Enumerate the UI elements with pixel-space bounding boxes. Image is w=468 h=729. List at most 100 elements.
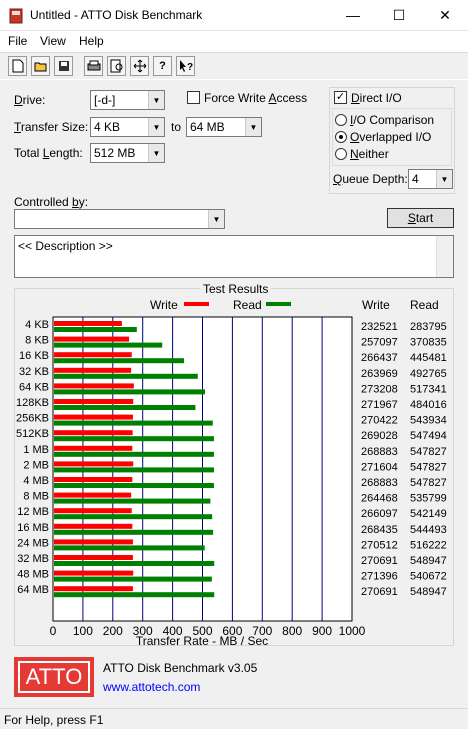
read-value: 535799 [410, 493, 447, 505]
legend-write-swatch [184, 302, 209, 306]
read-value: 544493 [410, 524, 447, 536]
write-bar [54, 508, 132, 514]
read-bar [54, 389, 205, 395]
write-value: 270512 [361, 539, 398, 551]
write-value: 273208 [361, 383, 398, 395]
read-value: 548947 [410, 555, 447, 567]
read-value: 548947 [410, 586, 447, 598]
legend-read-label: Read [233, 298, 262, 312]
write-value: 271604 [361, 461, 398, 473]
website-link[interactable]: www.attotech.com [103, 680, 200, 694]
write-value: 269028 [361, 430, 398, 442]
read-value: 547827 [410, 446, 447, 458]
write-value: 264468 [361, 493, 398, 505]
read-bar [54, 373, 198, 379]
value-labels: 232521 283795 257097 370835 266437 445481 2639… [361, 321, 447, 598]
write-bar [54, 430, 133, 436]
read-bar [54, 529, 214, 535]
write-bar [54, 461, 134, 467]
read-bar [54, 342, 163, 348]
x-tick-label: 1000 [339, 624, 366, 638]
write-bar [54, 570, 134, 576]
read-bar [54, 592, 215, 598]
read-bar [54, 545, 205, 551]
read-bar [54, 498, 211, 504]
read-bar [54, 561, 215, 566]
category-label: 64 MB [17, 584, 49, 596]
write-value: 270422 [361, 415, 398, 427]
x-axis-label: Transfer Rate - MB / Sec [136, 634, 268, 648]
read-value: 547827 [410, 477, 447, 489]
read-bar [54, 451, 214, 457]
category-label: 8 KB [25, 335, 49, 347]
read-bar [54, 576, 212, 582]
legend-read-swatch [266, 302, 291, 306]
atto-logo-text: ATTO [18, 661, 90, 693]
write-bar [54, 477, 133, 482]
x-tick-label: 0 [50, 624, 57, 638]
read-value: 283795 [410, 321, 447, 333]
category-label: 256KB [16, 413, 49, 425]
category-label: 64 KB [19, 381, 49, 393]
results-chart: 4 KB 8 KB 16 KB 32 KB 64 KB 128KB 256KB 512KB 1 … [16, 298, 447, 648]
read-value: 516222 [410, 539, 447, 551]
write-bar [54, 555, 133, 560]
read-bar [54, 358, 185, 364]
x-tick-label: 200 [103, 624, 123, 638]
write-value: 268883 [361, 477, 398, 489]
read-value: 543934 [410, 415, 447, 427]
write-value: 232521 [361, 321, 398, 333]
write-value: 268883 [361, 446, 398, 458]
write-bar [54, 383, 134, 389]
read-value: 484016 [410, 399, 447, 411]
read-bar [54, 436, 214, 442]
category-label: 4 KB [25, 319, 49, 331]
x-tick-label: 800 [282, 624, 302, 638]
write-value: 266097 [361, 508, 398, 520]
read-bar [54, 514, 213, 520]
write-bar [54, 399, 134, 404]
category-labels: 4 KB 8 KB 16 KB 32 KB 64 KB 128KB 256KB 512KB 1 … [16, 319, 49, 596]
write-bar [54, 523, 133, 529]
read-value: 542149 [410, 508, 447, 520]
read-bar [54, 327, 137, 332]
category-label: 1 MB [23, 444, 49, 456]
category-label: 16 KB [19, 350, 49, 362]
write-bar [54, 321, 122, 326]
write-bar [54, 539, 133, 545]
read-value: 547494 [410, 430, 447, 442]
category-label: 48 MB [17, 569, 49, 581]
write-value: 268435 [361, 524, 398, 536]
write-value: 263969 [361, 368, 398, 380]
read-bar [54, 405, 196, 410]
write-value: 257097 [361, 337, 398, 349]
read-value: 517341 [410, 383, 447, 395]
status-text: For Help, press F1 [4, 713, 104, 727]
legend-write-label: Write [150, 298, 178, 312]
write-value: 271396 [361, 571, 398, 583]
category-label: 8 MB [23, 491, 49, 503]
read-value: 492765 [410, 368, 447, 380]
write-bar [54, 352, 132, 358]
write-bar [54, 414, 133, 420]
write-bar [54, 586, 133, 592]
read-value: 370835 [410, 337, 447, 349]
write-bar [54, 367, 132, 373]
read-value: 540672 [410, 571, 447, 583]
read-bar [54, 467, 214, 473]
write-value: 270691 [361, 586, 398, 598]
category-label: 12 MB [17, 506, 49, 518]
write-bar [54, 336, 130, 342]
category-label: 24 MB [17, 537, 49, 549]
x-tick-label: 100 [73, 624, 93, 638]
category-label: 4 MB [23, 475, 49, 487]
write-bar [54, 445, 133, 451]
category-label: 512KB [16, 428, 49, 440]
category-label: 32 KB [19, 366, 49, 378]
read-column-header: Read [410, 298, 439, 312]
category-label: 16 MB [17, 522, 49, 534]
write-column-header: Write [362, 298, 390, 312]
category-label: 32 MB [17, 553, 49, 565]
x-tick-label: 900 [312, 624, 332, 638]
write-value: 270691 [361, 555, 398, 567]
